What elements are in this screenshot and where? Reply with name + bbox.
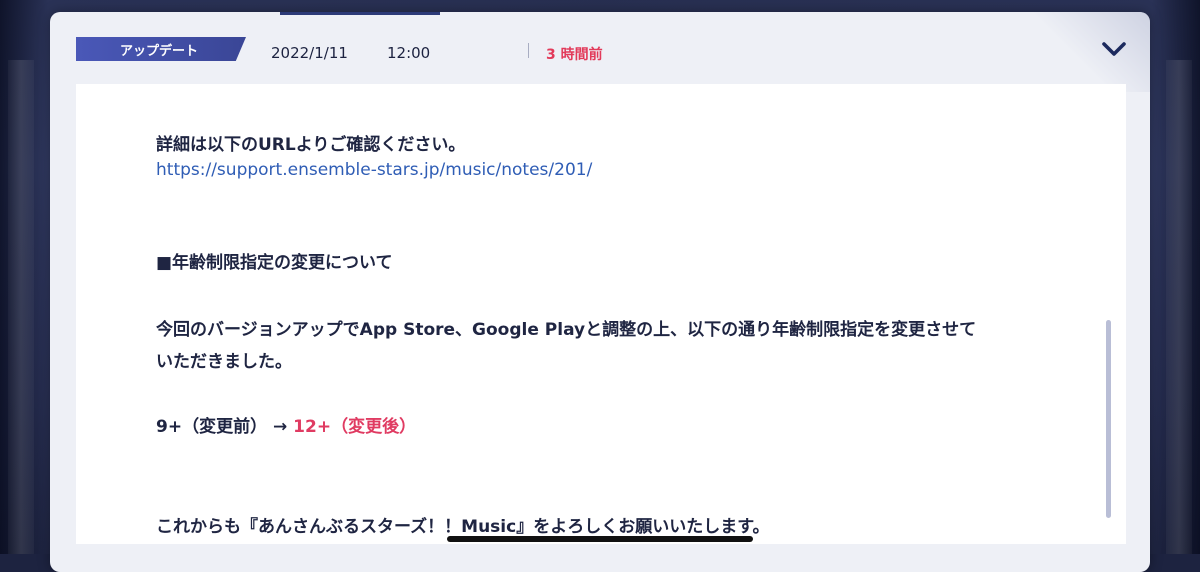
paragraph-line-1: 今回のバージョンアップでApp Store、Google Playと調整の上、以…	[156, 320, 977, 340]
relative-time: 3 時間前	[546, 47, 603, 63]
header-divider	[528, 43, 529, 58]
background-pillar	[8, 60, 34, 554]
rating-after: 12+（変更後）	[293, 417, 417, 437]
panel-corner-decoration	[1030, 12, 1150, 92]
panel-accent-stripe	[280, 12, 440, 15]
scrollbar[interactable]	[1106, 320, 1111, 518]
article-content: 詳細は以下のURLよりご確認ください。 https://support.ense…	[76, 84, 1126, 544]
home-indicator[interactable]	[447, 536, 753, 542]
rating-arrow: →	[273, 417, 288, 437]
paragraph-line-2: いただきました。	[156, 352, 292, 372]
section-heading: ■年齢制限指定の変更について	[156, 253, 393, 273]
detail-label: 詳細は以下のURLよりご確認ください。	[156, 135, 466, 155]
age-rating-change: 9+（変更前） → 12+（変更後）	[156, 412, 416, 437]
news-panel: アップデート 2022/1/11 12:00 3 時間前 詳細は以下のURLより…	[50, 12, 1150, 572]
rating-before: 9+（変更前）	[156, 417, 268, 437]
category-label: アップデート	[120, 43, 199, 59]
post-time: 12:00	[387, 44, 431, 62]
post-date: 2022/1/11	[271, 44, 348, 62]
background-pillar	[1166, 60, 1192, 554]
closing-message: これからも『あんさんぶるスターズ！！Music』をよろしくお願いいたします。	[156, 517, 770, 537]
detail-link[interactable]: https://support.ensemble-stars.jp/music/…	[156, 160, 592, 180]
category-badge: アップデート	[76, 37, 246, 61]
collapse-button[interactable]	[1100, 39, 1128, 59]
chevron-down-icon	[1102, 42, 1126, 56]
